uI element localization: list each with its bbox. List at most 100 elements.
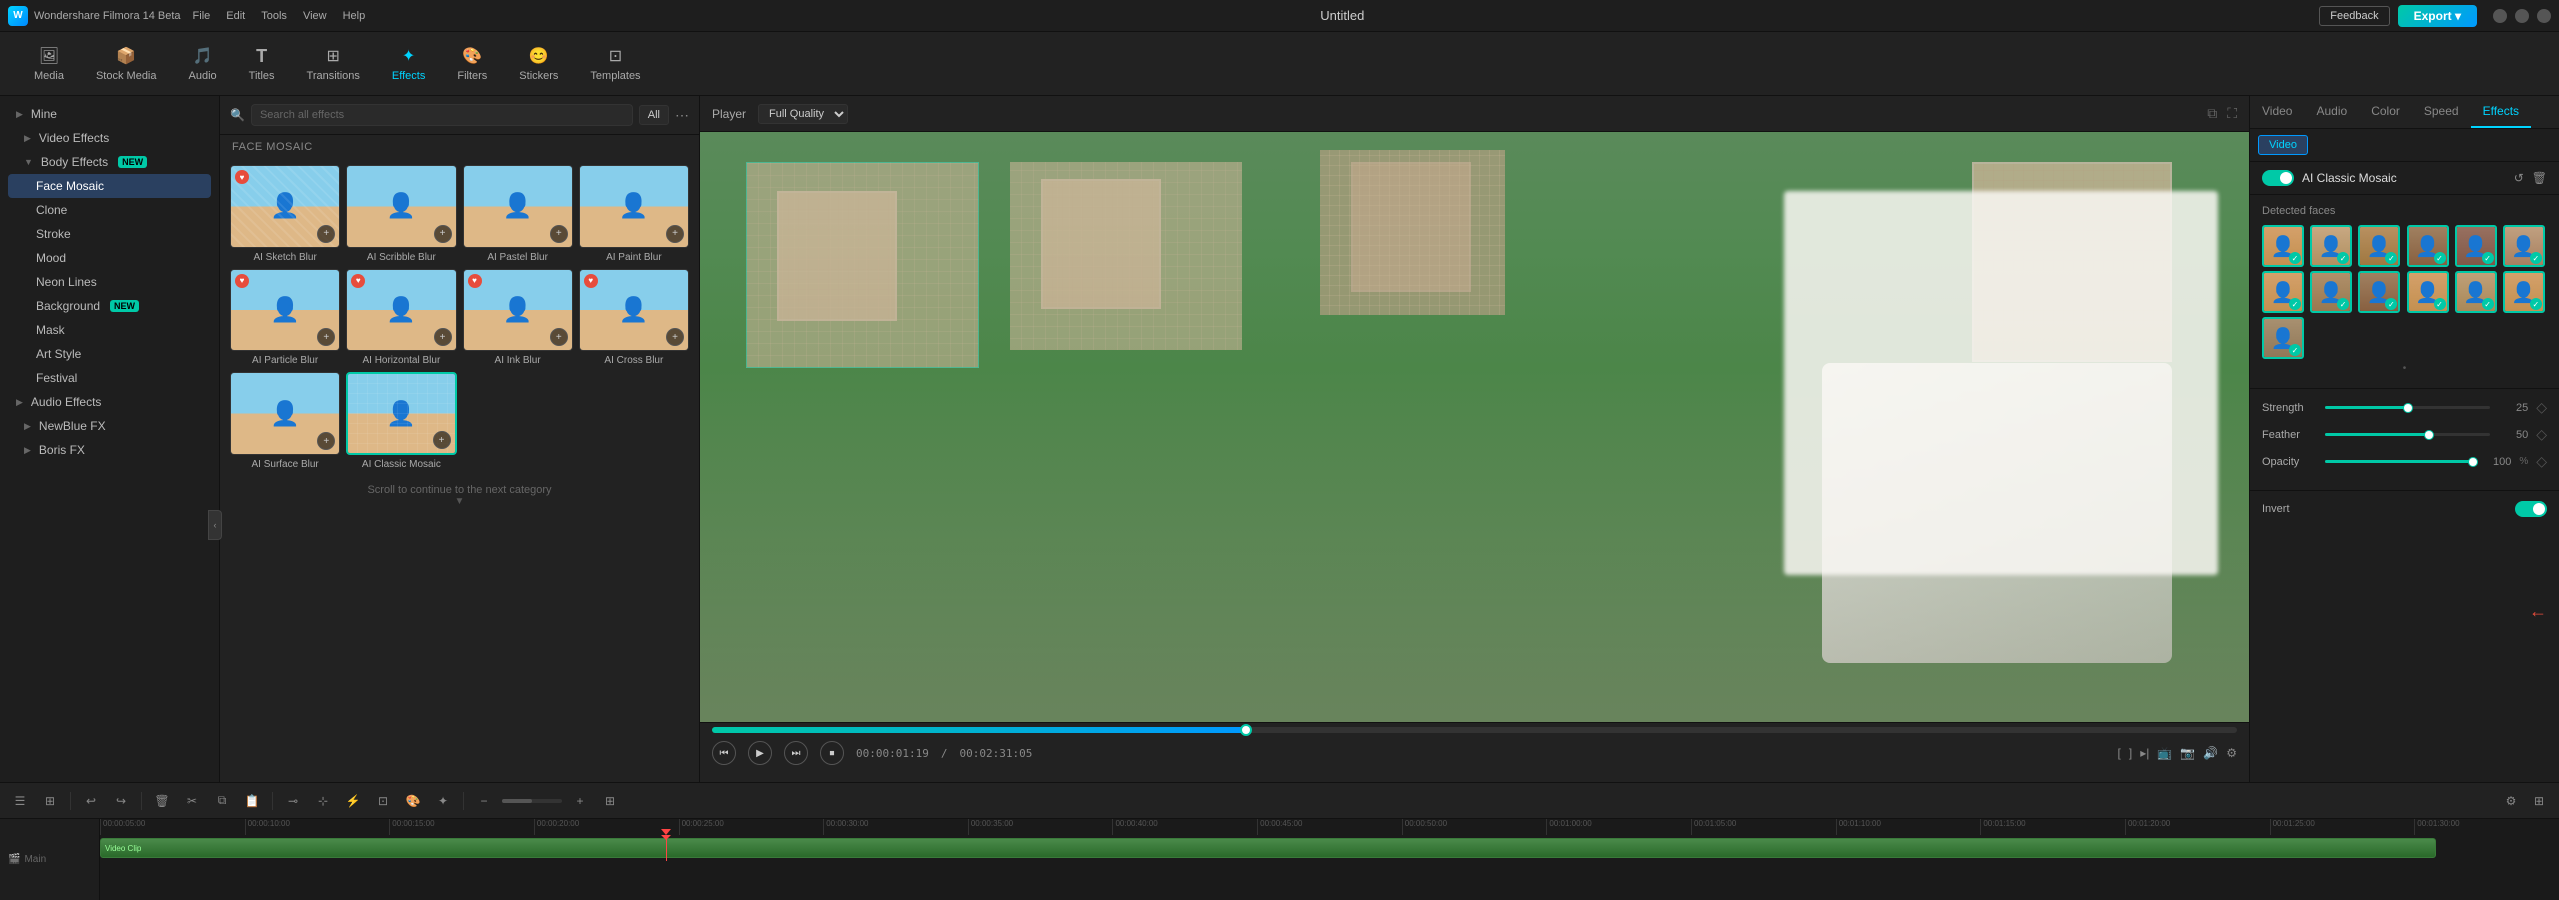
paste-button[interactable]: 📋 [240, 789, 264, 813]
sidebar-item-festival[interactable]: Festival [8, 366, 211, 390]
quality-select[interactable]: Full Quality 1/2 Quality 1/4 Quality [758, 104, 848, 124]
invert-toggle[interactable] [2515, 501, 2547, 517]
reset-effect-icon[interactable]: ↺ [2514, 171, 2524, 185]
menu-help[interactable]: Help [343, 10, 366, 22]
sidebar-item-mine[interactable]: ▶ Mine [8, 102, 211, 126]
toolbar-transitions[interactable]: ⊞ Transitions [293, 39, 374, 88]
face-thumb-7[interactable]: 👤 ✓ [2262, 271, 2304, 313]
face-thumb-4[interactable]: 👤 ✓ [2407, 225, 2449, 267]
sidebar-item-video-effects[interactable]: ▶ Video Effects [8, 126, 211, 150]
play-button[interactable]: ▶ [748, 741, 772, 765]
add-track-button[interactable]: ☰ [8, 789, 32, 813]
copy-button[interactable]: ⧉ [210, 789, 234, 813]
next-frame-icon[interactable]: ▸| [2140, 746, 2149, 760]
effect-enable-toggle[interactable] [2262, 170, 2294, 186]
toolbar-stickers[interactable]: 😊 Stickers [505, 39, 572, 88]
stop-button[interactable]: ⏹ [820, 741, 844, 765]
sidebar-item-stroke[interactable]: Stroke [8, 222, 211, 246]
sidebar-item-clone[interactable]: Clone [8, 198, 211, 222]
toolbar-stock-media[interactable]: 📦 Stock Media [82, 39, 171, 88]
effect-item-ai-classic-mosaic[interactable]: 👤 + AI Classic Mosaic [346, 372, 456, 470]
feather-thumb[interactable] [2424, 430, 2434, 440]
sub-tab-video[interactable]: Video [2258, 135, 2308, 155]
sidebar-item-background[interactable]: Background NEW [8, 294, 211, 318]
screen-record-icon[interactable]: 📺 [2157, 746, 2172, 760]
strength-track[interactable] [2325, 406, 2490, 409]
track-settings-button[interactable]: ⊞ [38, 789, 62, 813]
tab-video[interactable]: Video [2250, 96, 2304, 128]
strength-reset-icon[interactable]: ◇ [2536, 399, 2547, 416]
settings-icon[interactable]: ⚙ [2226, 746, 2237, 760]
toolbar-templates[interactable]: ⊡ Templates [576, 39, 654, 88]
tab-audio[interactable]: Audio [2304, 96, 2359, 128]
sidebar-item-boris-fx[interactable]: ▶ Boris FX [8, 438, 211, 462]
tab-speed[interactable]: Speed [2412, 96, 2471, 128]
sidebar-item-art-style[interactable]: Art Style [8, 342, 211, 366]
ai-pastel-blur-add[interactable]: + [550, 225, 568, 243]
tab-effects[interactable]: Effects [2471, 96, 2531, 128]
crop-button[interactable]: ⊡ [371, 789, 395, 813]
timeline-grid-button[interactable]: ⊞ [2527, 789, 2551, 813]
effects-search-input[interactable] [251, 104, 633, 126]
feather-reset-icon[interactable]: ◇ [2536, 426, 2547, 443]
preview-scrubber[interactable] [712, 727, 2237, 733]
speed-button[interactable]: ⚡ [341, 789, 365, 813]
ai-sketch-blur-add[interactable]: + [317, 225, 335, 243]
volume-icon[interactable]: 🔊 [2203, 746, 2218, 760]
sidebar-item-mood[interactable]: Mood [8, 246, 211, 270]
toolbar-media[interactable]: 🖼 Media [20, 39, 78, 88]
sidebar-item-mask[interactable]: Mask [8, 318, 211, 342]
face-thumb-11[interactable]: 👤 ✓ [2455, 271, 2497, 313]
toolbar-filters[interactable]: 🎨 Filters [443, 39, 501, 88]
timeline-settings-button[interactable]: ⚙ [2499, 789, 2523, 813]
toolbar-effects[interactable]: ✦ Effects [378, 39, 439, 88]
effect-item-ai-horizontal-blur[interactable]: 👤 ♥ + AI Horizontal Blur [346, 269, 456, 367]
zoom-slider[interactable] [502, 799, 562, 803]
split-button[interactable]: ⊹ [311, 789, 335, 813]
ai-paint-blur-add[interactable]: + [666, 225, 684, 243]
zoom-out-button[interactable]: − [472, 789, 496, 813]
fit-timeline-button[interactable]: ⊞ [598, 789, 622, 813]
effect-item-ai-scribble-blur[interactable]: 👤 + AI Scribble Blur [346, 165, 456, 263]
ripple-edit-button[interactable]: ⊸ [281, 789, 305, 813]
menu-view[interactable]: View [303, 10, 327, 22]
color-grade-button[interactable]: 🎨 [401, 789, 425, 813]
mark-in-icon[interactable]: [ [2118, 746, 2121, 760]
ai-classic-mosaic-add[interactable]: + [433, 431, 451, 449]
opacity-track[interactable] [2325, 460, 2473, 463]
face-thumb-12[interactable]: 👤 ✓ [2503, 271, 2545, 313]
undo-button[interactable]: ↩ [79, 789, 103, 813]
effect-item-ai-ink-blur[interactable]: 👤 ♥ + AI Ink Blur [463, 269, 573, 367]
face-thumb-8[interactable]: 👤 ✓ [2310, 271, 2352, 313]
face-thumb-6[interactable]: 👤 ✓ [2503, 225, 2545, 267]
faces-expand-indicator[interactable]: • [2262, 359, 2547, 378]
rewind-button[interactable]: ⏮ [712, 741, 736, 765]
playhead[interactable] [666, 835, 667, 861]
face-thumb-13[interactable]: 👤 ✓ [2262, 317, 2304, 359]
effect-item-ai-particle-blur[interactable]: 👤 ♥ + AI Particle Blur [230, 269, 340, 367]
face-thumb-1[interactable]: 👤 ✓ [2262, 225, 2304, 267]
ai-remove-button[interactable]: ✦ [431, 789, 455, 813]
feedback-button[interactable]: Feedback [2319, 6, 2389, 26]
delete-effect-icon[interactable]: 🗑 [2532, 171, 2547, 185]
zoom-in-button[interactable]: + [568, 789, 592, 813]
ai-scribble-blur-add[interactable]: + [434, 225, 452, 243]
opacity-thumb[interactable] [2468, 457, 2478, 467]
maximize-button[interactable] [2515, 9, 2529, 23]
timeline-tracks[interactable]: 00:00:05:00 00:00:10:00 00:00:15:00 00:0… [100, 819, 2559, 900]
effects-more-icon[interactable]: ⋯ [675, 107, 689, 124]
menu-file[interactable]: File [193, 10, 211, 22]
delete-clip-button[interactable]: 🗑 [150, 789, 174, 813]
minimize-button[interactable] [2493, 9, 2507, 23]
sidebar-item-audio-effects[interactable]: ▶ Audio Effects [8, 390, 211, 414]
face-thumb-2[interactable]: 👤 ✓ [2310, 225, 2352, 267]
effect-item-ai-surface-blur[interactable]: 👤 + AI Surface Blur [230, 372, 340, 470]
menu-tools[interactable]: Tools [261, 10, 287, 22]
split-view-icon[interactable]: ⧉ [2207, 105, 2217, 122]
effect-item-ai-paint-blur[interactable]: 👤 + AI Paint Blur [579, 165, 689, 263]
tab-color[interactable]: Color [2359, 96, 2412, 128]
opacity-reset-icon[interactable]: ◇ [2536, 453, 2547, 470]
face-thumb-3[interactable]: 👤 ✓ [2358, 225, 2400, 267]
step-forward-button[interactable]: ⏭ [784, 741, 808, 765]
toolbar-audio[interactable]: 🎵 Audio [175, 39, 231, 88]
